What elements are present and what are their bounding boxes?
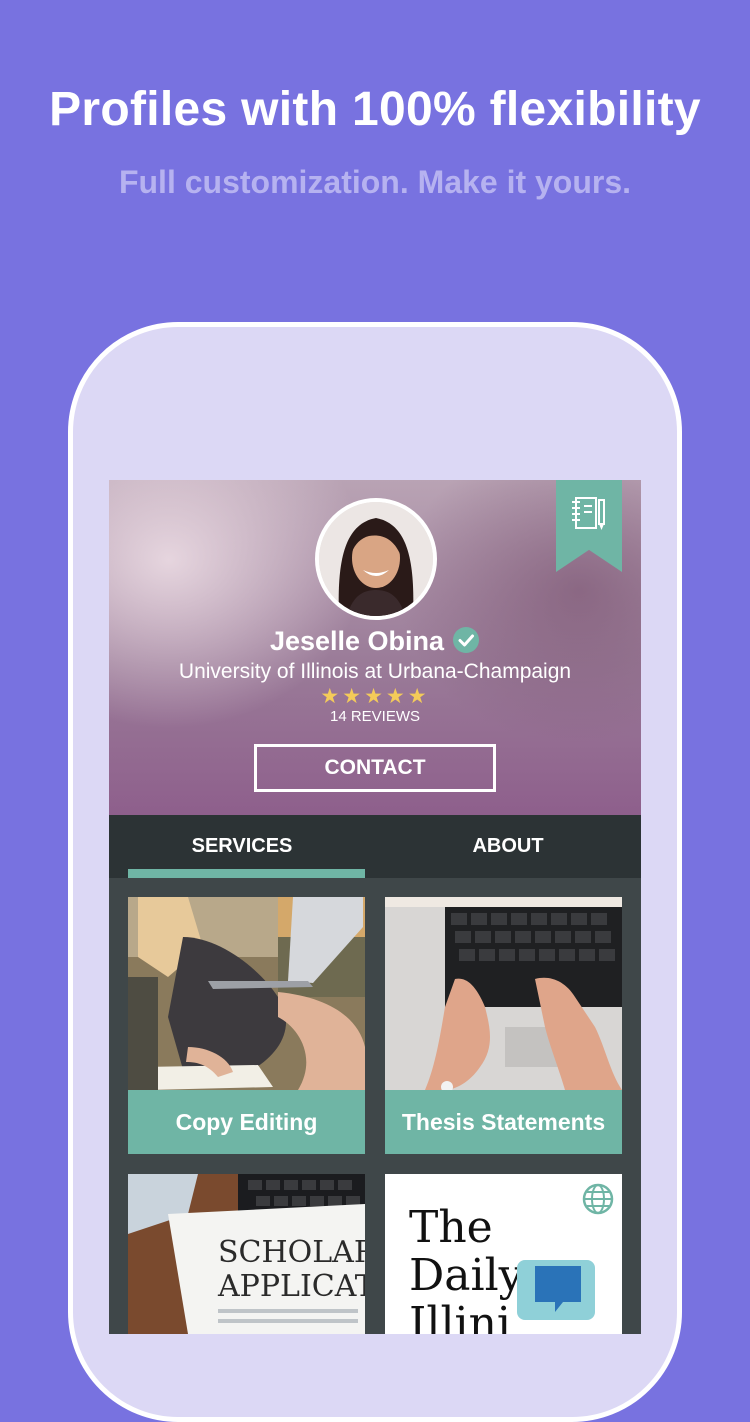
- tab-active-indicator: [128, 869, 365, 878]
- subhead: Full customization. Make it yours.: [118, 164, 632, 200]
- service-card-scholarship[interactable]: SCHOLAR APPLICAT: [128, 1174, 365, 1334]
- service-card-copy-editing[interactable]: Copy Editing: [128, 897, 365, 1154]
- service-label: Copy Editing: [128, 1090, 365, 1154]
- service-label: Thesis Statements: [385, 1090, 622, 1154]
- service-card-daily-illini[interactable]: The Daily Illini: [385, 1174, 622, 1334]
- daily-text-2: Daily: [409, 1250, 524, 1301]
- profile-name: Jeselle Obina: [269, 626, 445, 656]
- reviews-count[interactable]: 14 REVIEWS: [109, 708, 641, 725]
- profile-hero: Jeselle Obina University of Illinois at …: [109, 480, 641, 815]
- headline: Profiles with 100% flexibility: [49, 83, 701, 136]
- rating-stars: ★★★★★: [320, 685, 430, 708]
- scholarship-photo: SCHOLAR APPLICAT: [128, 1174, 365, 1334]
- bookmark-ribbon[interactable]: [556, 480, 622, 572]
- service-card-thesis-statements[interactable]: Thesis Statements: [385, 897, 622, 1154]
- daily-text-1: The: [409, 1202, 493, 1253]
- avatar[interactable]: [315, 498, 437, 620]
- globe-icon: [582, 1183, 614, 1215]
- tab-about[interactable]: ABOUT: [375, 815, 641, 878]
- contact-button[interactable]: CONTACT: [254, 744, 496, 792]
- profile-name-row: Jeselle Obina: [109, 626, 641, 657]
- scholar-text-1: SCHOLAR: [218, 1235, 365, 1270]
- copy-editing-photo: [128, 897, 365, 1090]
- profile-school: University of Illinois at Urbana-Champai…: [178, 660, 572, 683]
- app-screen: Jeselle Obina University of Illinois at …: [109, 480, 641, 1334]
- daily-text-3: Illini: [409, 1298, 511, 1334]
- notebook-icon: [572, 497, 605, 530]
- check-badge-icon: [453, 627, 480, 653]
- scholar-text-2: APPLICAT: [217, 1269, 365, 1304]
- avatar-image: [319, 502, 433, 616]
- tab-bar: SERVICES ABOUT: [109, 815, 641, 878]
- thesis-statements-photo: [385, 897, 622, 1090]
